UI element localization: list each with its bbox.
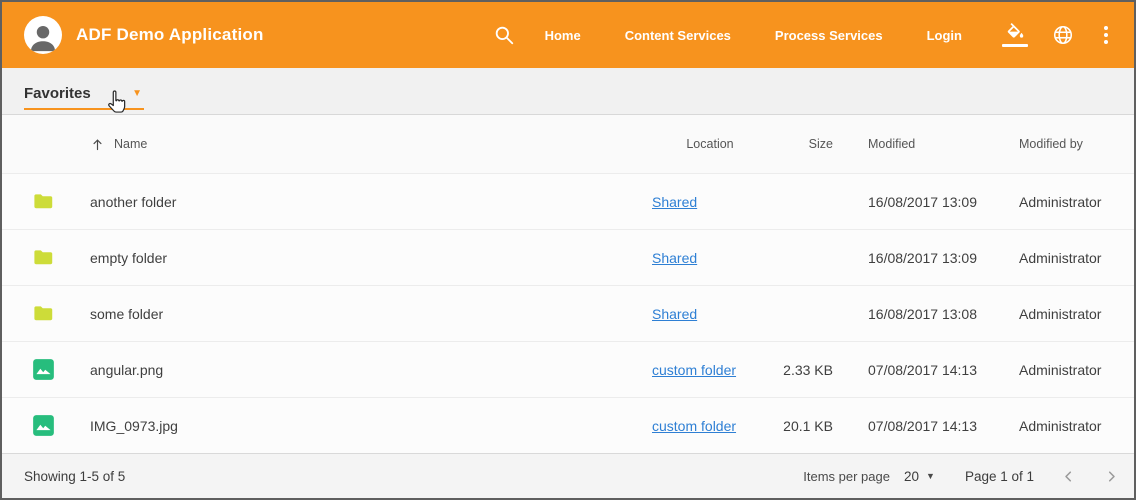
- color-fill-icon: [1005, 23, 1026, 42]
- modified-by: Administrator: [1019, 306, 1134, 322]
- pagination-bar: Showing 1-5 of 5 Items per page 20 ▼ Pag…: [2, 453, 1134, 498]
- table-body: another folder Shared 16/08/2017 13:09 A…: [2, 173, 1134, 453]
- app-header: ADF Demo Application Home Content Servic…: [2, 2, 1134, 68]
- favorites-dropdown[interactable]: Favorites ▼: [24, 85, 144, 110]
- theme-color-button[interactable]: [1002, 23, 1028, 47]
- items-per-page-value: 20: [904, 469, 919, 484]
- file-name: some folder: [90, 306, 163, 322]
- document-list: Name Location Size Modified Modified by …: [2, 115, 1134, 453]
- sort-ascending-icon: [90, 137, 105, 152]
- file-name: empty folder: [90, 250, 167, 266]
- user-avatar[interactable]: [24, 16, 62, 54]
- table-header-row: Name Location Size Modified Modified by: [2, 115, 1134, 173]
- app-window: ADF Demo Application Home Content Servic…: [0, 0, 1136, 500]
- location-link[interactable]: custom folder: [652, 418, 736, 434]
- app-title: ADF Demo Application: [76, 25, 264, 45]
- favorites-label: Favorites: [24, 85, 91, 102]
- modified-date: 16/08/2017 13:09: [833, 250, 1019, 266]
- table-row[interactable]: some folder Shared 16/08/2017 13:08 Admi…: [2, 285, 1134, 341]
- view-toolbar: Favorites ▼: [2, 68, 1134, 115]
- file-name: another folder: [90, 194, 176, 210]
- location-link[interactable]: custom folder: [652, 362, 736, 378]
- file-name: IMG_0973.jpg: [90, 418, 178, 434]
- table-row[interactable]: IMG_0973.jpg custom folder 20.1 KB 07/08…: [2, 397, 1134, 453]
- modified-by: Administrator: [1019, 362, 1134, 378]
- chevron-right-icon: [1103, 468, 1120, 485]
- main-nav: Home Content Services Process Services L…: [545, 28, 1002, 43]
- next-page-button[interactable]: [1103, 468, 1120, 485]
- file-size: 20.1 KB: [782, 418, 833, 434]
- column-header-size[interactable]: Size: [782, 137, 833, 151]
- file-name: angular.png: [90, 362, 163, 378]
- more-vert-icon: [1104, 26, 1108, 30]
- column-header-modified[interactable]: Modified: [833, 137, 1019, 151]
- person-icon: [26, 20, 60, 54]
- color-underline: [1002, 44, 1028, 47]
- language-button[interactable]: [1052, 24, 1074, 46]
- table-row[interactable]: angular.png custom folder 2.33 KB 07/08/…: [2, 341, 1134, 397]
- globe-icon: [1052, 24, 1074, 46]
- table-row[interactable]: another folder Shared 16/08/2017 13:09 A…: [2, 173, 1134, 229]
- previous-page-button[interactable]: [1060, 468, 1077, 485]
- modified-by: Administrator: [1019, 418, 1134, 434]
- dropdown-caret-icon: ▼: [132, 89, 144, 99]
- nav-item-home[interactable]: Home: [545, 28, 581, 43]
- search-button[interactable]: [493, 24, 515, 46]
- showing-range-label: Showing 1-5 of 5: [24, 469, 125, 484]
- location-link[interactable]: Shared: [652, 250, 697, 266]
- column-header-location[interactable]: Location: [628, 137, 782, 151]
- search-icon: [493, 24, 515, 46]
- nav-item-login[interactable]: Login: [927, 28, 962, 43]
- more-menu-button[interactable]: [1098, 24, 1114, 46]
- column-header-modified-by[interactable]: Modified by: [1019, 137, 1134, 151]
- location-link[interactable]: Shared: [652, 194, 697, 210]
- image-file-icon: [32, 358, 55, 381]
- folder-icon: [32, 302, 55, 325]
- table-row[interactable]: empty folder Shared 16/08/2017 13:09 Adm…: [2, 229, 1134, 285]
- modified-by: Administrator: [1019, 194, 1134, 210]
- column-header-name[interactable]: Name: [68, 137, 628, 152]
- modified-date: 07/08/2017 14:13: [833, 418, 1019, 434]
- image-file-icon: [32, 414, 55, 437]
- page-indicator: Page 1 of 1: [965, 469, 1034, 484]
- modified-by: Administrator: [1019, 250, 1134, 266]
- folder-icon: [32, 190, 55, 213]
- chevron-left-icon: [1060, 468, 1077, 485]
- select-caret-icon: ▼: [926, 471, 935, 481]
- modified-date: 16/08/2017 13:09: [833, 194, 1019, 210]
- items-per-page-label: Items per page: [803, 469, 890, 484]
- items-per-page-select[interactable]: 20 ▼: [904, 469, 935, 484]
- file-size: 2.33 KB: [782, 362, 833, 378]
- nav-item-process-services[interactable]: Process Services: [775, 28, 883, 43]
- modified-date: 07/08/2017 14:13: [833, 362, 1019, 378]
- modified-date: 16/08/2017 13:08: [833, 306, 1019, 322]
- location-link[interactable]: Shared: [652, 306, 697, 322]
- nav-item-content-services[interactable]: Content Services: [625, 28, 731, 43]
- folder-icon: [32, 246, 55, 269]
